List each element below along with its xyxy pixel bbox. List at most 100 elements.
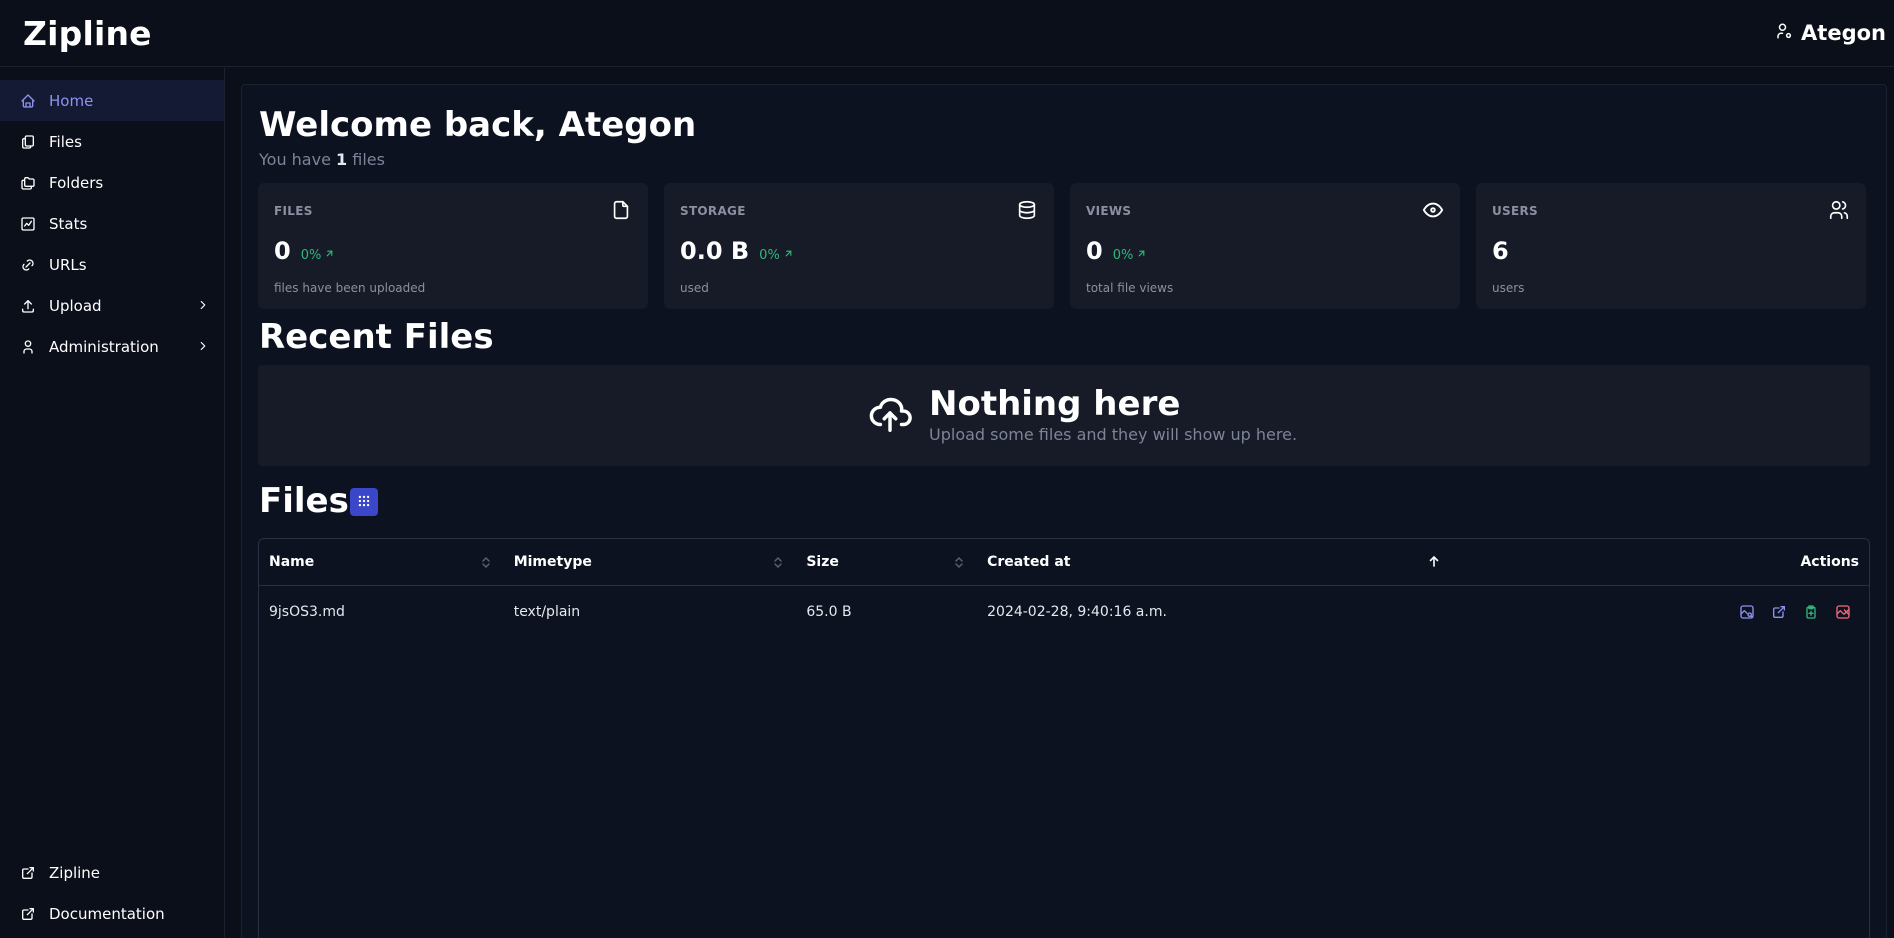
cell-created-at: 2024-02-28, 9:40:16 a.m. xyxy=(987,604,1167,620)
stat-description: files have been uploaded xyxy=(274,281,426,295)
files-icon xyxy=(20,134,36,150)
stat-card-files: FILES 0 0% files have been uploaded xyxy=(258,183,648,309)
table-row[interactable]: 9jsOS3.md text/plain 65.0 B 2024-02-28, … xyxy=(259,586,1869,638)
column-label: Created at xyxy=(987,554,1071,570)
stat-diff-text: 0% xyxy=(300,248,322,263)
stat-value-row: 0 0% xyxy=(1086,237,1147,265)
sidebar-item-files[interactable]: Files xyxy=(0,121,224,162)
delete-file-icon[interactable] xyxy=(1835,604,1851,620)
sidebar-item-label: Zipline xyxy=(49,863,101,882)
stat-label: FILES xyxy=(274,204,313,218)
stat-card-users: USERS 6 users xyxy=(1476,183,1866,309)
database-icon xyxy=(1016,199,1038,221)
sort-icon xyxy=(480,556,492,569)
recent-files-title: Recent Files xyxy=(259,317,494,357)
stat-value-row: 0 0% xyxy=(274,237,335,265)
empty-state-content: Nothing here Upload some files and they … xyxy=(867,385,1297,444)
user-settings-icon xyxy=(1775,21,1793,45)
stat-label: VIEWS xyxy=(1086,204,1132,218)
stat-diff-text: 0% xyxy=(759,248,780,263)
sidebar-item-label: Stats xyxy=(49,214,88,233)
file-count-subtitle: You have 1 files xyxy=(259,150,385,169)
external-link-icon xyxy=(20,906,36,922)
page-title: Welcome back, Ategon xyxy=(259,105,697,145)
column-label: Name xyxy=(269,554,315,570)
sidebar-link-documentation[interactable]: Documentation xyxy=(0,893,224,934)
column-header-size[interactable]: Size xyxy=(796,539,977,586)
column-label: Mimetype xyxy=(513,554,592,570)
sidebar-item-administration[interactable]: Administration xyxy=(0,326,224,367)
stat-value: 6 xyxy=(1492,237,1509,265)
sidebar-nav: Home Files Folders Stats URLs Upload Adm… xyxy=(0,68,224,367)
upload-icon xyxy=(20,298,36,314)
link-icon xyxy=(20,257,36,273)
stat-value: 0 xyxy=(1086,237,1103,265)
sidebar-item-home[interactable]: Home xyxy=(0,80,224,121)
sort-icon xyxy=(953,556,965,569)
column-label: Size xyxy=(806,554,839,570)
main-content: Welcome back, Ategon You have 1 files FI… xyxy=(241,84,1887,938)
stat-diff: 0% xyxy=(301,248,336,263)
subtitle-suffix: files xyxy=(347,150,385,169)
sidebar-item-label: Home xyxy=(49,91,94,110)
arrow-up-icon xyxy=(1428,555,1440,568)
arrow-up-right-icon xyxy=(1136,248,1147,263)
view-file-icon[interactable] xyxy=(1739,604,1755,620)
files-section-title: Files xyxy=(259,481,349,521)
subtitle-prefix: You have xyxy=(259,150,337,169)
sidebar-item-label: URLs xyxy=(49,255,87,274)
files-table: Name Mimetype Size Created at Actions 9j… xyxy=(258,538,1870,938)
external-link-icon xyxy=(20,865,36,881)
column-header-name[interactable]: Name xyxy=(259,539,504,586)
sidebar-item-label: Documentation xyxy=(49,904,165,923)
sidebar-item-folders[interactable]: Folders xyxy=(0,162,224,203)
sort-icon xyxy=(772,556,784,569)
table-header: Name Mimetype Size Created at Actions xyxy=(259,539,1869,586)
stat-description: users xyxy=(1492,281,1525,295)
sidebar-bottom-links: Zipline Documentation xyxy=(0,852,224,938)
row-actions xyxy=(1452,604,1869,620)
stat-label: USERS xyxy=(1492,204,1538,218)
home-icon xyxy=(20,93,36,109)
user-menu-button[interactable]: Ategon xyxy=(1775,21,1886,45)
stat-value: 0 xyxy=(274,237,291,265)
sidebar-link-zipline[interactable]: Zipline xyxy=(0,852,224,893)
column-header-mimetype[interactable]: Mimetype xyxy=(504,539,797,586)
stat-diff: 0% xyxy=(1113,248,1148,263)
eye-icon xyxy=(1422,199,1444,221)
column-label: Actions xyxy=(1800,554,1860,570)
cell-mimetype: text/plain xyxy=(513,604,581,620)
stat-diff-text: 0% xyxy=(1112,248,1134,263)
stat-card-storage: STORAGE 0.0 B 0% used xyxy=(664,183,1054,309)
open-in-new-tab-icon[interactable] xyxy=(1771,604,1787,620)
copy-link-icon[interactable] xyxy=(1803,604,1819,620)
sidebar-item-stats[interactable]: Stats xyxy=(0,203,224,244)
recent-files-empty-state: Nothing here Upload some files and they … xyxy=(258,365,1870,466)
chevron-right-icon xyxy=(196,298,210,312)
sidebar-item-label: Administration xyxy=(49,337,159,356)
arrow-up-right-icon xyxy=(783,248,794,263)
app-logo[interactable]: Zipline xyxy=(23,14,152,53)
sidebar-item-label: Folders xyxy=(49,173,104,192)
grid-view-button[interactable] xyxy=(350,488,378,516)
stat-card-views: VIEWS 0 0% total file views xyxy=(1070,183,1460,309)
empty-state-subtitle: Upload some files and they will show up … xyxy=(929,425,1298,444)
chevron-right-icon xyxy=(196,339,210,353)
user-icon xyxy=(20,339,36,355)
cell-name[interactable]: 9jsOS3.md xyxy=(259,604,504,620)
stat-value-row: 6 xyxy=(1492,237,1509,265)
column-header-actions: Actions xyxy=(1452,539,1869,586)
top-header: Zipline Ategon xyxy=(0,0,1894,67)
chart-icon xyxy=(20,216,36,232)
sidebar-item-urls[interactable]: URLs xyxy=(0,244,224,285)
users-icon xyxy=(1828,199,1850,221)
stat-label: STORAGE xyxy=(680,204,746,218)
empty-state-title: Nothing here xyxy=(929,384,1181,424)
sidebar-item-label: Upload xyxy=(49,296,102,315)
cell-size: 65.0 B xyxy=(806,604,852,620)
stat-diff: 0% xyxy=(759,248,794,263)
column-header-created-at[interactable]: Created at xyxy=(977,539,1451,586)
stat-value-row: 0.0 B 0% xyxy=(680,237,794,265)
stat-value: 0.0 B xyxy=(680,237,750,265)
sidebar-item-upload[interactable]: Upload xyxy=(0,285,224,326)
